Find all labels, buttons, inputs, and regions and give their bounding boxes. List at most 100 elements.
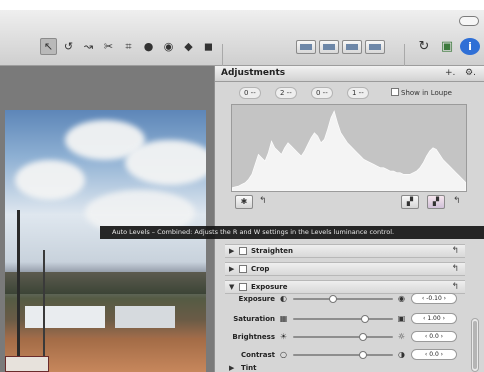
crop-icon[interactable]: ⌗ [120, 38, 137, 55]
panel-header: Adjustments +. ⚙. [215, 66, 484, 82]
undo-icon[interactable]: ↰ [451, 264, 459, 274]
slider-track[interactable] [293, 315, 393, 323]
view-split-icon[interactable] [319, 40, 339, 54]
slider-label: Contrast [241, 351, 275, 359]
channel-3[interactable]: 1 -- [347, 87, 369, 99]
scroll-thumb[interactable] [473, 321, 477, 369]
section-crop[interactable]: ▶ Crop ↰ [225, 262, 465, 276]
view-thumb [300, 44, 312, 50]
slider-knob[interactable] [359, 351, 367, 359]
slider-label: Exposure [238, 295, 275, 303]
slider-knob[interactable] [361, 315, 369, 323]
undo-icon[interactable]: ↰ [451, 282, 459, 292]
checkbox-icon [391, 88, 399, 96]
slider-row-exposure: Exposure ◐ ◉ ‹ -0.10 › [225, 292, 465, 306]
redeye-icon[interactable]: ● [140, 38, 157, 55]
disclosure-right-icon[interactable]: ▶ [229, 265, 234, 273]
slider-track[interactable] [293, 333, 393, 341]
toolbar-toggle-pill[interactable] [459, 16, 479, 26]
slider-row-brightness: Brightness ☀ ☼ ‹ 0.0 › [225, 330, 465, 344]
tooltip: Auto Levels – Combined: Adjusts the R an… [100, 226, 484, 239]
slider-knob[interactable] [329, 295, 337, 303]
panel-scrollbar[interactable] [471, 318, 479, 372]
slider-knob[interactable] [359, 333, 367, 341]
photo-viewer[interactable] [0, 66, 214, 372]
slider-row-contrast: Contrast ○ ◑ ‹ 0.0 › [225, 348, 465, 362]
histogram-channels: 0 -- 2 -- 0 -- 1 -- Show in Loupe [215, 84, 484, 100]
slider-value: 0.0 [429, 333, 439, 340]
pointer-icon[interactable]: ↖ [40, 38, 57, 55]
slider-max-icon: ◑ [398, 350, 405, 359]
view-viewer-icon[interactable] [365, 40, 385, 54]
disclosure-right-icon[interactable]: ▶ [229, 364, 234, 372]
info-icon[interactable]: i [460, 38, 480, 55]
adjustments-panel: Adjustments +. ⚙. 0 -- 2 -- 0 -- 1 -- Sh… [214, 66, 484, 372]
slider-row-saturation: Saturation ▦ ▣ ‹ 1.00 › [225, 312, 465, 326]
histogram-controls: ✱ ↰ ▞ ▞ ↰ [231, 194, 467, 212]
auto-levels-luminance-button[interactable]: ▞ [401, 195, 419, 209]
photo-image[interactable] [5, 110, 206, 372]
slider-value-field[interactable]: ‹ -0.10 › [411, 293, 457, 304]
tool-group: ↖ ↺ ↝ ✂ ⌗ ● ◉ ◆ ◼ [40, 38, 217, 55]
undo-icon[interactable]: ↰ [259, 196, 267, 206]
auto-levels-combined-button[interactable]: ✱ [235, 195, 253, 209]
histogram-graph [231, 110, 467, 192]
show-in-loupe-label: Show in Loupe [401, 89, 452, 97]
slider-value-field[interactable]: ‹ 1.00 › [411, 313, 457, 324]
enabled-checkbox[interactable] [239, 283, 247, 291]
slider-label: Saturation [233, 315, 275, 323]
slider-label: Brightness [232, 333, 275, 341]
enabled-checkbox[interactable] [239, 247, 247, 255]
straighten-icon[interactable]: ↝ [80, 38, 97, 55]
spot-icon[interactable]: ◉ [160, 38, 177, 55]
slider-max-icon: ◉ [398, 294, 405, 303]
disclosure-down-icon[interactable]: ▼ [229, 283, 234, 291]
toolbar-separator [404, 44, 405, 66]
slider-min-icon: ☀ [279, 332, 288, 341]
transform-icon[interactable]: ✂ [100, 38, 117, 55]
slider-value-field[interactable]: ‹ 0.0 › [411, 331, 457, 342]
channel-2[interactable]: 0 -- [311, 87, 333, 99]
view-thumb [346, 44, 358, 50]
enabled-checkbox[interactable] [239, 265, 247, 273]
photo-icon[interactable]: ▣ [437, 38, 457, 55]
undo-icon[interactable]: ↰ [451, 246, 459, 256]
undo-icon[interactable]: ↰ [453, 196, 461, 206]
section-label: Straighten [251, 247, 294, 255]
add-adjustment-icon[interactable]: +. [445, 68, 455, 78]
stamp-icon[interactable]: ◼ [200, 38, 217, 55]
slider-value: 0.0 [429, 351, 439, 358]
slider-track[interactable] [293, 295, 393, 303]
slider-min-icon: ▦ [279, 314, 288, 323]
view-browser-icon[interactable] [342, 40, 362, 54]
gear-icon[interactable]: ⚙. [465, 68, 476, 78]
channel-0[interactable]: 0 -- [239, 87, 261, 99]
section-tint[interactable]: ▶ Tint [225, 362, 465, 372]
slider-value: -0.10 [426, 295, 442, 302]
section-straighten[interactable]: ▶ Straighten ↰ [225, 244, 465, 258]
section-label: Exposure [251, 283, 288, 291]
slider-max-icon: ▣ [397, 314, 406, 323]
rotate-icon[interactable]: ↺ [60, 38, 77, 55]
histogram [231, 104, 467, 192]
slider-track[interactable] [293, 351, 393, 359]
slider-max-icon: ☼ [397, 332, 406, 341]
toolbar: ↖ ↺ ↝ ✂ ⌗ ● ◉ ◆ ◼ ↻ ▣ i [0, 10, 484, 66]
auto-levels-rgb-button[interactable]: ▞ [427, 195, 445, 209]
slider-value: 1.00 [427, 315, 441, 322]
rotate-right-icon[interactable]: ↻ [414, 38, 434, 55]
show-in-loupe-checkbox[interactable]: Show in Loupe [391, 88, 452, 97]
disclosure-right-icon[interactable]: ▶ [229, 247, 234, 255]
slider-value-field[interactable]: ‹ 0.0 › [411, 349, 457, 360]
channel-1[interactable]: 2 -- [275, 87, 297, 99]
lift-icon[interactable]: ◆ [180, 38, 197, 55]
toolbar-separator [222, 44, 223, 66]
section-label: Crop [251, 265, 270, 273]
histogram-area [231, 110, 467, 192]
slider-min-icon: ○ [280, 350, 287, 359]
slider-min-icon: ◐ [280, 294, 287, 303]
view-mode-group [296, 40, 385, 54]
panel-title: Adjustments [221, 68, 286, 78]
view-filmstrip-icon[interactable] [296, 40, 316, 54]
app-window: ↖ ↺ ↝ ✂ ⌗ ● ◉ ◆ ◼ ↻ ▣ i Adjustments +. ⚙. 0 [0, 0, 484, 372]
